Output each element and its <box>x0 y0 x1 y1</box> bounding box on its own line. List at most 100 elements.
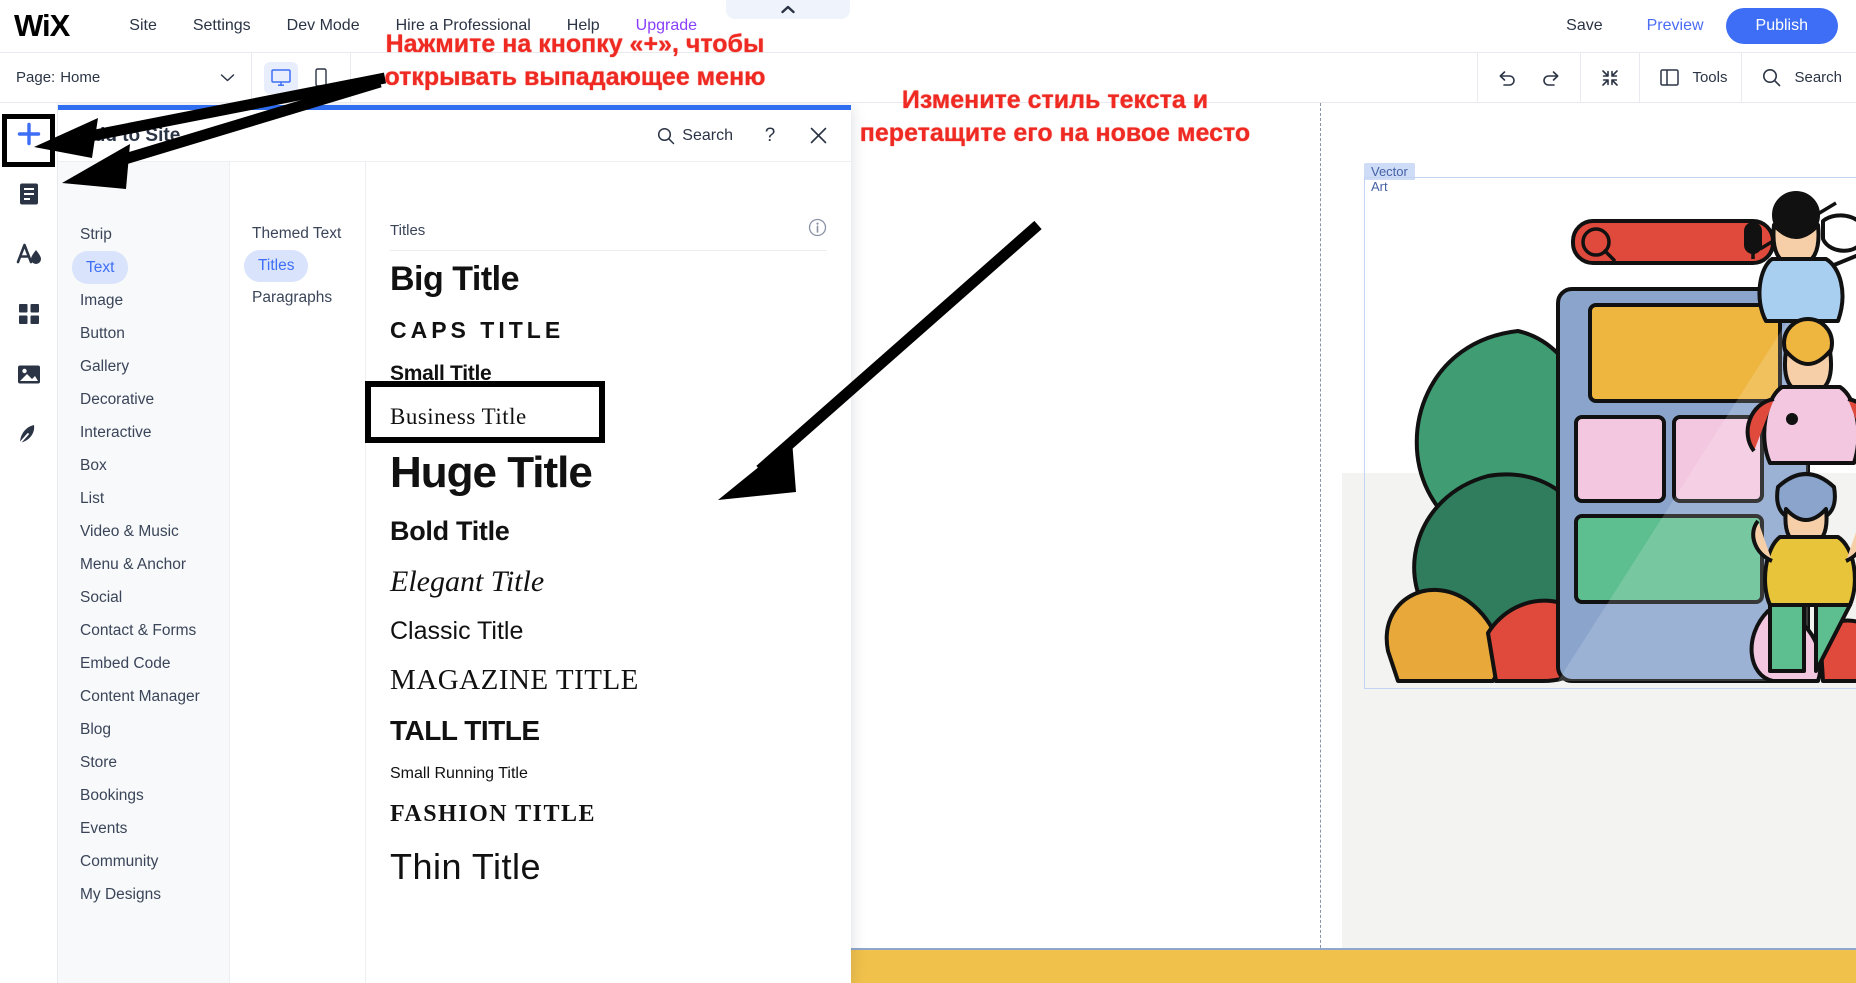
title-option-classic-title[interactable]: Classic Title <box>390 608 827 655</box>
desktop-icon <box>271 69 291 87</box>
category-item-text[interactable]: Text <box>72 251 128 284</box>
top-nav-item-help[interactable]: Help <box>549 17 618 35</box>
left-icon-rail <box>0 103 58 983</box>
sidebar-item-my-designs[interactable] <box>10 415 48 453</box>
panel-subcategory-list: Themed Text Titles Paragraphs <box>230 162 366 983</box>
layout-panel-icon <box>1654 63 1684 93</box>
top-actions: Save Preview Publish <box>1544 8 1856 44</box>
title-option-big-title[interactable]: Big Title <box>390 251 827 308</box>
title-option-elegant-title[interactable]: Elegant Title <box>390 556 827 608</box>
title-option-huge-title[interactable]: Huge Title <box>390 439 827 507</box>
search-icon <box>657 127 675 145</box>
search-icon <box>1756 63 1786 93</box>
category-item-list[interactable]: List <box>58 482 229 515</box>
viewport-switcher <box>252 53 351 102</box>
add-to-site-panel: Add to Site Search ? <box>58 105 851 983</box>
mobile-view-button[interactable] <box>304 62 338 94</box>
category-item-interactive[interactable]: Interactive <box>58 416 229 449</box>
category-item-button[interactable]: Button <box>58 317 229 350</box>
category-item-my-designs[interactable]: My Designs <box>58 878 229 911</box>
editor-search-button[interactable]: Search <box>1756 63 1842 93</box>
category-item-menu-and-anchor[interactable]: Menu & Anchor <box>58 548 229 581</box>
panel-search-button[interactable]: Search <box>657 127 733 145</box>
collapse-toolbar-handle[interactable] <box>726 0 850 19</box>
undo-icon <box>1496 68 1518 88</box>
editor-toolbar: Page: Home <box>0 53 1856 103</box>
category-item-events[interactable]: Events <box>58 812 229 845</box>
toolbar-right-group: Tools Search <box>1477 53 1856 102</box>
tools-label: Tools <box>1692 69 1727 86</box>
top-nav-item-upgrade[interactable]: Upgrade <box>618 17 715 35</box>
page-selector[interactable]: Page: Home <box>0 53 252 102</box>
close-icon <box>810 127 827 144</box>
title-option-business-title[interactable]: Business Title <box>390 395 827 439</box>
panel-header-actions: Search ? <box>657 125 829 147</box>
publish-button[interactable]: Publish <box>1726 8 1838 44</box>
panel-search-label: Search <box>682 127 733 145</box>
sidebar-item-media[interactable] <box>10 355 48 393</box>
category-item-community[interactable]: Community <box>58 845 229 878</box>
panel-items-list: Titles Big Title CAPS TITLE Small Title … <box>366 162 851 983</box>
category-item-gallery[interactable]: Gallery <box>58 350 229 383</box>
category-item-box[interactable]: Box <box>58 449 229 482</box>
title-option-bold-title[interactable]: Bold Title <box>390 507 827 556</box>
undo-button[interactable] <box>1492 63 1522 93</box>
panel-category-list: Strip Text Image Button Gallery Decorati… <box>58 162 230 983</box>
panel-close-button[interactable] <box>807 125 829 147</box>
sidebar-item-pages[interactable] <box>10 175 48 213</box>
page-selector-label: Page: <box>16 69 55 86</box>
pen-icon <box>17 423 40 446</box>
save-button[interactable]: Save <box>1544 17 1624 35</box>
page-selector-value: Home <box>60 69 100 86</box>
category-item-embed-code[interactable]: Embed Code <box>58 647 229 680</box>
sidebar-item-apps[interactable] <box>10 295 48 333</box>
search-group: Search <box>1741 53 1856 102</box>
category-item-video-and-music[interactable]: Video & Music <box>58 515 229 548</box>
title-option-fashion-title[interactable]: FASHION TITLE <box>390 792 827 837</box>
category-item-social[interactable]: Social <box>58 581 229 614</box>
plus-icon <box>16 121 42 147</box>
category-item-store[interactable]: Store <box>58 746 229 779</box>
redo-button[interactable] <box>1536 63 1566 93</box>
title-option-thin-title[interactable]: Thin Title <box>390 837 827 897</box>
category-item-image[interactable]: Image <box>58 284 229 317</box>
zoom-out-button[interactable] <box>1595 63 1625 93</box>
category-item-blog[interactable]: Blog <box>58 713 229 746</box>
redo-icon <box>1540 68 1562 88</box>
category-item-content-manager[interactable]: Content Manager <box>58 680 229 713</box>
title-option-magazine-title[interactable]: MAGAZINE TITLE <box>390 655 827 706</box>
top-nav: Site Settings Dev Mode Hire a Profession… <box>111 17 715 35</box>
subcategory-item-titles[interactable]: Titles <box>244 250 308 282</box>
category-item-decorative[interactable]: Decorative <box>58 383 229 416</box>
title-option-tall-title[interactable]: TALL TITLE <box>390 706 827 756</box>
top-menu-bar: WiX Site Settings Dev Mode Hire a Profes… <box>0 0 1856 53</box>
page-icon <box>18 182 40 206</box>
top-nav-item-site[interactable]: Site <box>111 17 175 35</box>
sidebar-item-add-elements[interactable] <box>10 115 48 153</box>
vector-art-illustration[interactable] <box>1368 181 1856 687</box>
title-option-small-title[interactable]: Small Title <box>390 353 827 395</box>
wix-editor-screen: WiX Site Settings Dev Mode Hire a Profes… <box>0 0 1856 983</box>
desktop-view-button[interactable] <box>264 62 298 94</box>
preview-button[interactable]: Preview <box>1625 17 1726 35</box>
top-nav-item-dev-mode[interactable]: Dev Mode <box>269 17 378 35</box>
subcategory-item-themed-text[interactable]: Themed Text <box>230 218 365 250</box>
wix-logo[interactable]: WiX <box>14 8 69 44</box>
theme-droplet-icon <box>16 242 42 266</box>
title-option-small-running-title[interactable]: Small Running Title <box>390 756 827 792</box>
tools-button[interactable]: Tools <box>1654 63 1727 93</box>
top-nav-item-settings[interactable]: Settings <box>175 17 269 35</box>
category-item-strip[interactable]: Strip <box>58 218 229 251</box>
subcategory-item-paragraphs[interactable]: Paragraphs <box>230 282 365 314</box>
category-item-contact-and-forms[interactable]: Contact & Forms <box>58 614 229 647</box>
panel-title: Add to Site <box>80 125 180 147</box>
mobile-icon <box>314 68 328 87</box>
canvas-guide-line <box>1320 103 1321 983</box>
category-item-bookings[interactable]: Bookings <box>58 779 229 812</box>
items-list-header: Titles <box>390 162 827 251</box>
sidebar-item-site-design[interactable] <box>10 235 48 273</box>
title-option-caps-title[interactable]: CAPS TITLE <box>390 308 827 353</box>
info-icon[interactable] <box>808 218 827 242</box>
panel-help-button[interactable]: ? <box>759 125 781 147</box>
top-nav-item-hire-a-professional[interactable]: Hire a Professional <box>378 17 549 35</box>
